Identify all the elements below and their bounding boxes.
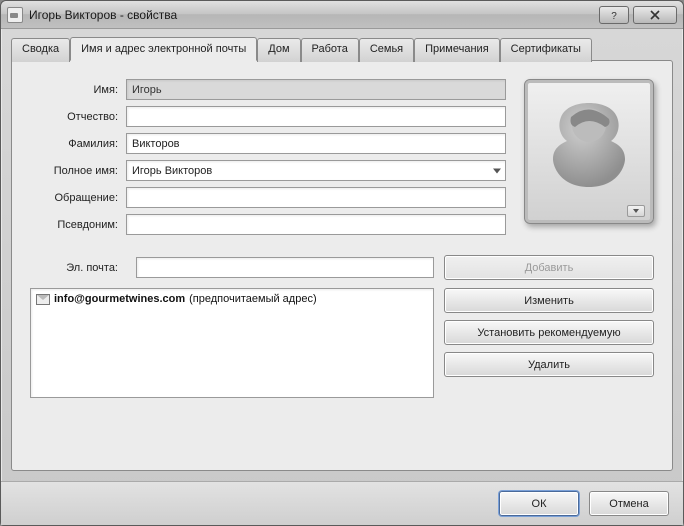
tab-notes[interactable]: Примечания bbox=[414, 38, 500, 62]
email-input-row: Эл. почта: Добавить bbox=[30, 255, 654, 280]
dialog-footer: ОК Отмена bbox=[1, 481, 683, 525]
tab-summary[interactable]: Сводка bbox=[11, 38, 70, 62]
full-name-value: Игорь Викторов bbox=[132, 165, 212, 177]
nickname-label: Псевдоним: bbox=[30, 219, 126, 231]
patronymic-input[interactable] bbox=[126, 106, 506, 127]
email-item-suffix: (предпочитаемый адрес) bbox=[189, 293, 317, 305]
mail-icon bbox=[36, 294, 50, 305]
email-lower: info@gourmetwines.com (предпочитаемый ад… bbox=[30, 288, 654, 398]
tab-certificates[interactable]: Сертификаты bbox=[500, 38, 592, 62]
row-nickname: Псевдоним: bbox=[30, 214, 506, 235]
delete-button[interactable]: Удалить bbox=[444, 352, 654, 377]
add-button[interactable]: Добавить bbox=[444, 255, 654, 280]
tab-name-email[interactable]: Имя и адрес электронной почты bbox=[70, 37, 257, 61]
email-area: Эл. почта: Добавить info@gourmetwines.co… bbox=[30, 255, 654, 398]
email-label: Эл. почта: bbox=[30, 262, 126, 274]
tab-home[interactable]: Дом bbox=[257, 38, 300, 62]
email-list[interactable]: info@gourmetwines.com (предпочитаемый ад… bbox=[30, 288, 434, 398]
row-last-name: Фамилия: bbox=[30, 133, 506, 154]
last-name-input[interactable] bbox=[126, 133, 506, 154]
email-list-item[interactable]: info@gourmetwines.com (предпочитаемый ад… bbox=[34, 292, 430, 306]
avatar-placeholder-icon bbox=[539, 97, 639, 207]
tab-work[interactable]: Работа bbox=[301, 38, 359, 62]
ok-button[interactable]: ОК bbox=[499, 491, 579, 516]
row-first-name: Имя: bbox=[30, 79, 506, 100]
row-salutation: Обращение: bbox=[30, 187, 506, 208]
salutation-input[interactable] bbox=[126, 187, 506, 208]
row-patronymic: Отчество: bbox=[30, 106, 506, 127]
chevron-down-icon bbox=[493, 168, 501, 173]
close-button[interactable] bbox=[633, 6, 677, 24]
svg-text:?: ? bbox=[611, 11, 617, 21]
email-item-address: info@gourmetwines.com bbox=[54, 293, 185, 305]
nickname-input[interactable] bbox=[126, 214, 506, 235]
email-buttons: Изменить Установить рекомендуемую Удалит… bbox=[444, 288, 654, 398]
tab-strip: Сводка Имя и адрес электронной почты Дом… bbox=[11, 37, 673, 61]
edit-button[interactable]: Изменить bbox=[444, 288, 654, 313]
full-name-combo[interactable]: Игорь Викторов bbox=[126, 160, 506, 181]
help-button[interactable]: ? bbox=[599, 6, 629, 24]
content-area: Сводка Имя и адрес электронной почты Дом… bbox=[1, 29, 683, 481]
cancel-button[interactable]: Отмена bbox=[589, 491, 669, 516]
contact-icon bbox=[7, 7, 23, 23]
window-title: Игорь Викторов - свойства bbox=[29, 8, 599, 22]
tab-panel: Имя: Отчество: Фамилия: Полное имя: bbox=[11, 60, 673, 471]
last-name-label: Фамилия: bbox=[30, 138, 126, 150]
full-name-label: Полное имя: bbox=[30, 165, 126, 177]
email-input[interactable] bbox=[136, 257, 434, 278]
titlebar[interactable]: Игорь Викторов - свойства ? bbox=[1, 1, 683, 29]
properties-window: Игорь Викторов - свойства ? Сводка Имя и… bbox=[0, 0, 684, 526]
name-fields-area: Имя: Отчество: Фамилия: Полное имя: bbox=[30, 79, 654, 241]
set-default-button[interactable]: Установить рекомендуемую bbox=[444, 320, 654, 345]
name-fields: Имя: Отчество: Фамилия: Полное имя: bbox=[30, 79, 506, 241]
row-full-name: Полное имя: Игорь Викторов bbox=[30, 160, 506, 181]
first-name-input[interactable] bbox=[126, 79, 506, 100]
photo-frame[interactable] bbox=[524, 79, 654, 224]
titlebar-buttons: ? bbox=[599, 6, 677, 24]
first-name-label: Имя: bbox=[30, 84, 126, 96]
photo-dropdown-button[interactable] bbox=[627, 205, 645, 217]
tab-family[interactable]: Семья bbox=[359, 38, 414, 62]
salutation-label: Обращение: bbox=[30, 192, 126, 204]
patronymic-label: Отчество: bbox=[30, 111, 126, 123]
